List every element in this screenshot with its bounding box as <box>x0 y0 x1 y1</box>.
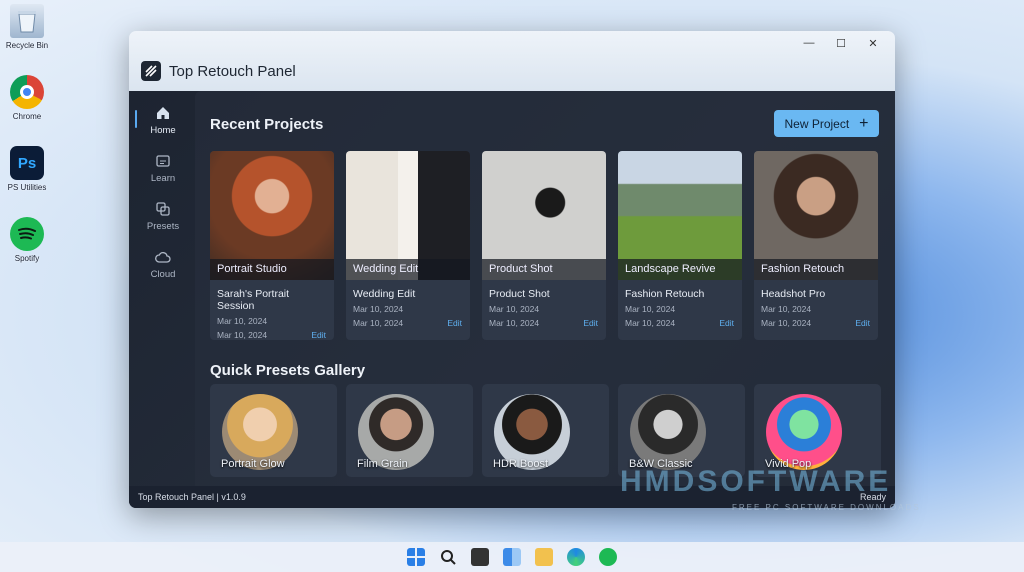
project-name: Wedding Edit <box>353 288 416 300</box>
watermark: HMDSOFTWARE <box>620 465 892 498</box>
project-card[interactable]: Product Shot Product Shot Mar 10, 2024 M… <box>482 151 606 340</box>
recent-projects-title: Recent Projects <box>210 116 324 133</box>
start-icon[interactable] <box>407 548 425 566</box>
presets-icon <box>156 201 170 216</box>
close-button[interactable]: ✕ <box>857 33 889 53</box>
project-name: Product Shot <box>489 288 550 300</box>
project-caption: Fashion Retouch <box>754 259 878 280</box>
project-caption: Wedding Edit <box>346 259 470 280</box>
window-controls: — ☐ ✕ <box>793 33 889 53</box>
recycle-bin-icon <box>10 4 44 38</box>
desktop-icon-label: Chrome <box>12 112 42 121</box>
project-caption: Product Shot <box>482 259 606 280</box>
edit-link[interactable]: Edit <box>447 314 462 328</box>
widgets-icon[interactable] <box>503 548 521 566</box>
desktop-icon-chrome[interactable]: Chrome <box>4 75 50 121</box>
chrome-icon <box>10 75 44 109</box>
plus-icon: + <box>859 114 869 132</box>
desktop-icon-recycle-bin[interactable]: Recycle Bin <box>4 4 50 50</box>
learn-icon <box>156 154 170 167</box>
preset-card[interactable]: Vivid Pop <box>754 384 881 477</box>
photoshop-icon: Ps <box>10 146 44 180</box>
new-project-label: New Project <box>784 116 850 131</box>
desktop-icon-photoshop[interactable]: Ps PS Utilities <box>4 146 50 192</box>
project-date: Mar 10, 2024 <box>217 330 268 340</box>
project-date: Mar 10, 2024 <box>489 318 540 328</box>
sidebar-item-cloud[interactable]: Cloud <box>134 240 192 288</box>
sidebar-item-label: Learn <box>150 172 176 184</box>
sidebar-item-home[interactable]: Home <box>134 96 192 144</box>
project-date: Mar 10, 2024 <box>353 304 404 314</box>
watermark-sub: FREE PC SOFTWARE DOWNLOADS <box>732 503 921 512</box>
status-left: Top Retouch Panel | v1.0.9 <box>138 492 246 502</box>
taskbar <box>0 542 1024 572</box>
project-date: Mar 10, 2024 <box>217 316 268 326</box>
task-view-icon[interactable] <box>471 548 489 566</box>
edge-icon[interactable] <box>567 548 585 566</box>
edit-link[interactable]: Edit <box>855 314 870 328</box>
project-card[interactable]: Portrait Studio Sarah's Portrait Session… <box>210 151 334 340</box>
sidebar-item-label: Presets <box>146 220 180 232</box>
app-logo-icon <box>141 61 161 81</box>
content-area: Recent Projects New Project + Portrait S… <box>195 91 895 486</box>
desktop-icon-label: Spotify <box>14 254 40 263</box>
preset-card[interactable]: Portrait Glow <box>210 384 337 477</box>
spotify-taskbar-icon[interactable] <box>599 548 617 566</box>
project-caption: Landscape Revive <box>618 259 742 280</box>
project-card[interactable]: Wedding Edit Wedding Edit Mar 10, 2024 M… <box>346 151 470 340</box>
app-title: Top Retouch Panel <box>169 63 296 80</box>
project-date: Mar 10, 2024 <box>625 318 676 328</box>
project-date: Mar 10, 2024 <box>761 304 812 314</box>
preset-card[interactable]: B&W Classic <box>618 384 745 477</box>
new-project-button[interactable]: New Project + <box>774 110 879 137</box>
file-explorer-icon[interactable] <box>535 548 553 566</box>
preset-card[interactable]: Film Grain <box>346 384 473 477</box>
edit-link[interactable]: Edit <box>311 326 326 340</box>
preset-card[interactable]: HDR Boost <box>482 384 609 477</box>
project-name: Sarah's Portrait Session <box>217 288 290 312</box>
main-panel: Home Learn Presets Cloud Recent Projects… <box>129 91 895 508</box>
maximize-button[interactable]: ☐ <box>825 33 857 53</box>
desktop-icon-label: Recycle Bin <box>5 41 49 50</box>
sidebar-item-learn[interactable]: Learn <box>134 144 192 192</box>
minimize-button[interactable]: — <box>793 33 825 53</box>
project-caption: Portrait Studio <box>210 259 334 280</box>
edit-link[interactable]: Edit <box>583 314 598 328</box>
edit-link[interactable]: Edit <box>719 314 734 328</box>
search-icon[interactable] <box>439 548 457 566</box>
desktop-icon-label: PS Utilities <box>7 183 47 192</box>
project-card[interactable]: Landscape Revive Fashion Retouch Mar 10,… <box>618 151 742 340</box>
project-card[interactable]: Fashion Retouch Headshot Pro Mar 10, 202… <box>754 151 878 340</box>
spotify-icon <box>10 217 44 251</box>
home-icon <box>157 106 169 119</box>
preset-label: Portrait Glow <box>221 458 285 470</box>
desktop-icon-spotify[interactable]: Spotify <box>4 217 50 263</box>
preset-label: HDR Boost <box>493 458 549 470</box>
app-window: — ☐ ✕ Top Retouch Panel Home Learn Prese… <box>129 31 895 508</box>
project-date: Mar 10, 2024 <box>353 318 404 328</box>
project-date: Mar 10, 2024 <box>489 304 540 314</box>
sidebar-item-label: Home <box>150 124 176 136</box>
preset-label: Film Grain <box>357 458 408 470</box>
cloud-icon <box>155 251 171 263</box>
quick-presets-title: Quick Presets Gallery <box>210 362 366 379</box>
sidebar-item-presets[interactable]: Presets <box>134 192 192 240</box>
project-name: Fashion Retouch <box>625 288 705 300</box>
project-date: Mar 10, 2024 <box>625 304 676 314</box>
project-name: Headshot Pro <box>761 288 826 300</box>
sidebar-item-label: Cloud <box>150 268 176 280</box>
title-bar: — ☐ ✕ Top Retouch Panel <box>129 31 895 91</box>
sidebar: Home Learn Presets Cloud <box>134 96 192 481</box>
project-date: Mar 10, 2024 <box>761 318 812 328</box>
